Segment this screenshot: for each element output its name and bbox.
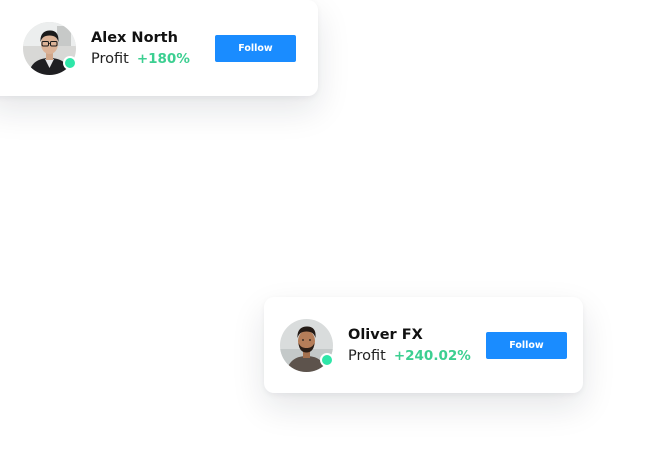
profit-label: Profit bbox=[348, 348, 386, 364]
trader-card: Alex North Profit +180% Follow bbox=[0, 0, 318, 96]
avatar-container bbox=[280, 319, 334, 372]
profit-label: Profit bbox=[91, 51, 129, 67]
follow-button[interactable]: Follow bbox=[215, 35, 296, 62]
online-status-dot bbox=[320, 353, 334, 367]
profit-row: Profit +240.02% bbox=[348, 347, 471, 366]
trader-name[interactable]: Oliver FX bbox=[348, 326, 471, 345]
follow-button[interactable]: Follow bbox=[486, 332, 567, 359]
trader-card: Oliver FX Profit +240.02% Follow bbox=[264, 297, 583, 393]
online-status-dot bbox=[63, 56, 77, 70]
profit-value: +240.02% bbox=[393, 348, 471, 364]
trader-info: Oliver FX Profit +240.02% bbox=[348, 326, 471, 366]
trader-name[interactable]: Alex North bbox=[91, 29, 190, 48]
profit-row: Profit +180% bbox=[91, 50, 190, 69]
profit-value: +180% bbox=[136, 51, 190, 67]
avatar-container bbox=[23, 22, 77, 75]
trader-info: Alex North Profit +180% bbox=[91, 29, 190, 69]
